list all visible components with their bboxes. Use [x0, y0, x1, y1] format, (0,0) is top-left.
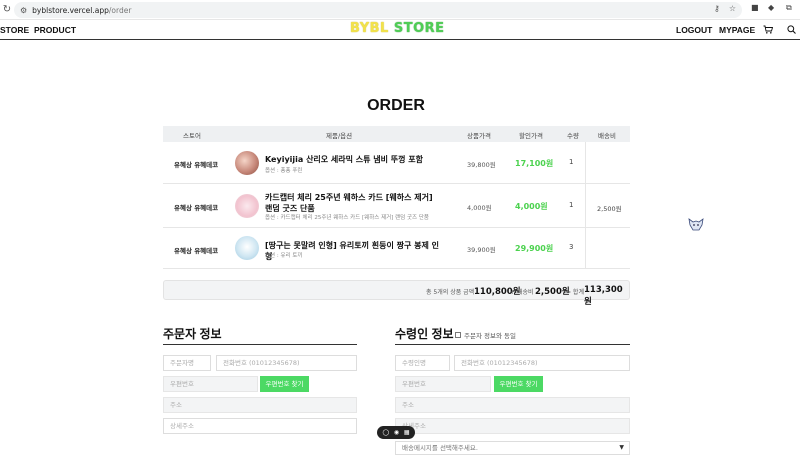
orderer-divider: [163, 344, 357, 345]
order-table: 스토어 제품/옵션 상품가격 할인가격 수량 배송비: [163, 126, 630, 142]
grid-icon[interactable]: ▦: [404, 429, 410, 436]
mascot-icon: [688, 218, 704, 231]
orderer-address-field[interactable]: 주소: [163, 397, 357, 413]
product-name[interactable]: 카드캡터 체리 25주년 웨하스 카드 [웨하스 제거] 랜덤 굿즈 단품: [265, 192, 440, 214]
site-logo[interactable]: BYBL STORE: [350, 21, 445, 36]
product-qty: 1: [569, 201, 574, 209]
receiver-zip-search-button[interactable]: 우편번호 찾기: [494, 376, 543, 392]
extensions-puzzle-icon[interactable]: ⧉: [786, 3, 792, 13]
product-price: 39,900원: [467, 246, 496, 254]
cart-icon[interactable]: [763, 25, 773, 34]
table-row: 유혜상 유혜데코 [땅구는 못말려 인형] 유리토끼 흰둥이 짱구 봉제 인형 …: [163, 228, 630, 269]
chat-icon[interactable]: ◯: [382, 429, 389, 436]
delivery-message-select[interactable]: 배송메시지를 선택해주세요. ▼: [395, 441, 630, 455]
receiver-address-detail-field[interactable]: 상세주소: [395, 418, 630, 434]
shipping-fee: 2,500원: [597, 205, 622, 213]
col-store: 스토어: [183, 132, 201, 140]
receiver-divider: [395, 344, 630, 345]
summary-sum-label: = 합계: [566, 289, 584, 296]
receiver-section-title: 수령인 정보: [395, 327, 454, 341]
key-icon[interactable]: ⚷: [714, 4, 720, 13]
product-sale-price: 17,100원: [515, 159, 554, 168]
col-sale: 할인가격: [519, 132, 543, 140]
nav-mypage[interactable]: MYPAGE: [719, 25, 755, 35]
url-domain: byblstore.vercel.app: [32, 5, 109, 15]
same-as-orderer[interactable]: 주문자 정보와 동일: [455, 330, 516, 340]
orderer-phone-field[interactable]: 전화번호 (01012345678): [216, 355, 357, 371]
extension-icon-2[interactable]: ◆: [768, 3, 774, 12]
row-store: 유혜상 유혜데코: [174, 204, 219, 212]
product-thumbnail[interactable]: [235, 236, 259, 260]
orderer-name-field[interactable]: 주문자명: [163, 355, 211, 371]
product-thumbnail[interactable]: [235, 151, 259, 175]
receiver-name-field[interactable]: 수령인명: [395, 355, 450, 371]
col-qty: 수량: [567, 132, 579, 140]
table-row: 유혜상 유혜데코 Keyiyijia 산리오 세라믹 스튜 냄비 뚜껑 포함 옵…: [163, 142, 630, 184]
bookmark-star-icon[interactable]: ☆: [729, 4, 736, 13]
product-qty: 1: [569, 158, 574, 166]
nav-logout[interactable]: LOGOUT: [676, 25, 712, 35]
delivery-message-value: 배송메시지를 선택해주세요.: [402, 444, 478, 452]
col-price: 상품가격: [467, 132, 491, 140]
nav-store[interactable]: STORE: [0, 25, 29, 35]
order-summary: 총 5개의 상품 금액 110,800원 + 배송비 2,500원 = 합계 1…: [163, 280, 630, 307]
receiver-address-field[interactable]: 주소: [395, 397, 630, 413]
product-qty: 3: [569, 243, 574, 251]
same-as-orderer-checkbox[interactable]: [455, 332, 461, 338]
summary-sum: 113,300원: [584, 285, 623, 307]
site-header: STORE PRODUCT BYBL STORE LOGOUT MYPAGE: [0, 20, 800, 40]
url-path: /order: [108, 5, 132, 15]
nav-product[interactable]: PRODUCT: [34, 25, 76, 35]
product-name[interactable]: Keyiyijia 산리오 세라믹 스튜 냄비 뚜껑 포함: [265, 154, 440, 165]
extension-icon-1[interactable]: ■: [751, 3, 759, 12]
address-bar[interactable]: ⚙ byblstore.vercel.app/order ⚷ ☆: [14, 2, 742, 18]
product-thumbnail[interactable]: [235, 194, 259, 218]
chevron-down-icon: ▼: [619, 444, 624, 451]
product-option: 옵션 : 유리 토끼: [265, 253, 303, 259]
summary-ship: 2,500원: [535, 287, 570, 297]
receiver-zip-field[interactable]: 우편번호: [395, 376, 491, 392]
orderer-zip-field[interactable]: 우편번호: [163, 376, 258, 392]
col-product: 제품/옵션: [326, 132, 353, 140]
orderer-zip-search-button[interactable]: 우편번호 찾기: [260, 376, 309, 392]
product-option: 옵션 : 카드캡터 체리 25주년 웨하스 카드 [웨하스 제거] 랜덤 굿즈 …: [265, 215, 429, 221]
orderer-section-title: 주문자 정보: [163, 327, 222, 341]
table-row: 유혜상 유혜데코 카드캡터 체리 25주년 웨하스 카드 [웨하스 제거] 랜덤…: [163, 184, 630, 228]
floating-toolbar: ◯ ◉ ▦: [377, 426, 415, 439]
page-title: ORDER: [367, 97, 425, 114]
product-sale-price: 29,900원: [515, 244, 554, 253]
product-sale-price: 4,000원: [515, 202, 548, 211]
site-info-icon[interactable]: ⚙: [20, 6, 27, 15]
product-option: 옵션 : 퐁퐁 푸린: [265, 168, 303, 174]
row-store: 유혜상 유혜데코: [174, 247, 219, 255]
product-price: 39,800원: [467, 161, 496, 169]
col-shipping: 배송비: [598, 132, 616, 140]
same-as-orderer-label: 주문자 정보와 동일: [464, 332, 516, 340]
eye-icon[interactable]: ◉: [394, 429, 399, 436]
row-store: 유혜상 유혜데코: [174, 161, 219, 169]
reload-icon[interactable]: ↻: [0, 4, 14, 15]
search-icon[interactable]: [787, 25, 796, 34]
orderer-address-detail-field[interactable]: 상세주소: [163, 418, 357, 434]
product-price: 4,000원: [467, 204, 492, 212]
table-header: 스토어 제품/옵션 상품가격 할인가격 수량 배송비: [163, 126, 630, 142]
receiver-phone-field[interactable]: 전화번호 (01012345678): [454, 355, 630, 371]
summary-ship-label: + 배송비: [510, 289, 534, 296]
summary-total-label: 총 5개의 상품 금액: [426, 289, 475, 296]
shipping-divider: [585, 142, 586, 269]
